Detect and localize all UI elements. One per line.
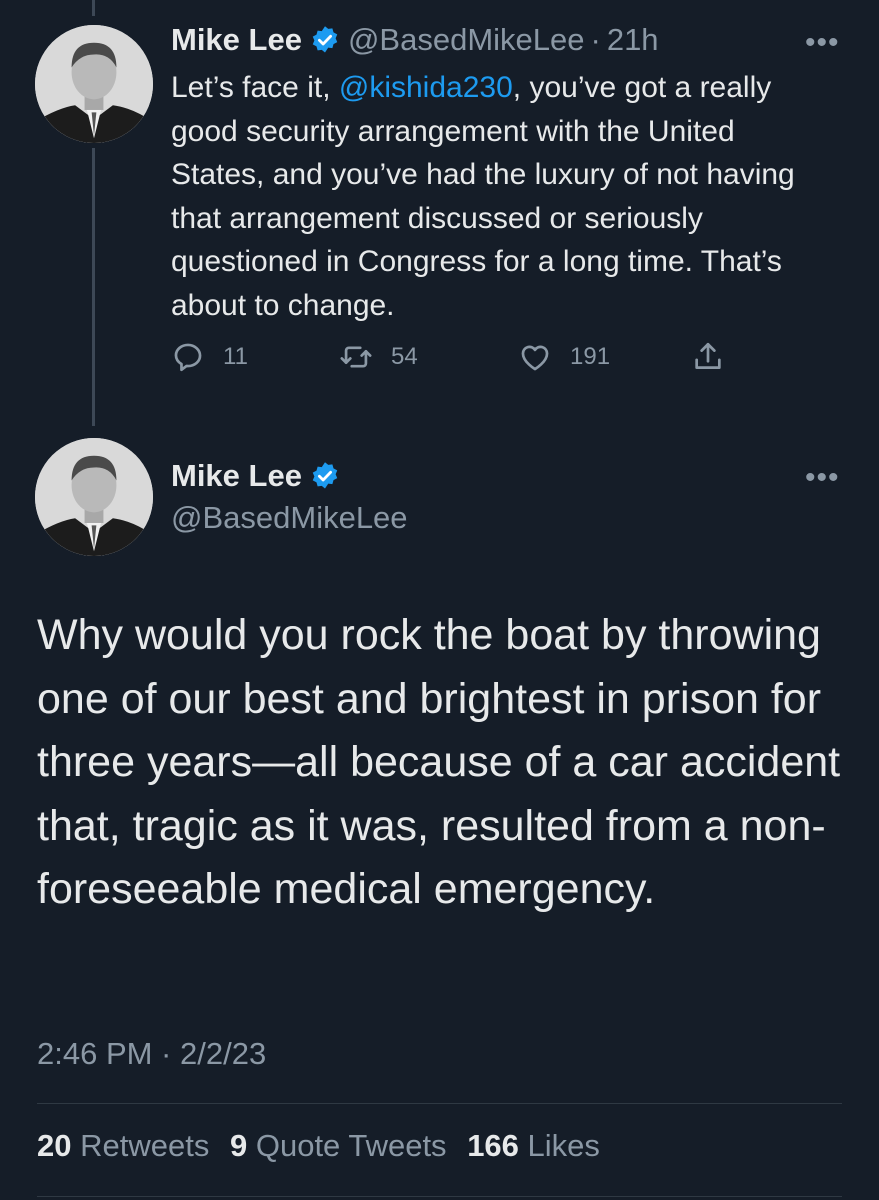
like-button[interactable]: 191: [518, 340, 610, 374]
tweet-text-start: Let’s face it,: [171, 71, 339, 104]
quotes-count: 9: [229, 1128, 248, 1163]
tweet-text-end: , you’ve got a really good security arra…: [171, 71, 795, 322]
divider: [37, 1103, 842, 1104]
author-handle[interactable]: @BasedMikeLee: [348, 22, 585, 58]
tweet-actions: 11 54 191: [171, 340, 731, 380]
main-tweet-text: Why would you rock the boat by throwing …: [37, 611, 841, 913]
retweets-count: 20: [37, 1128, 72, 1163]
share-icon: [695, 342, 721, 369]
retweets-stat[interactable]: 20 Retweets: [37, 1128, 209, 1163]
thread-line-top: [92, 0, 95, 16]
main-author-handle[interactable]: @BasedMikeLee: [171, 500, 408, 536]
main-avatar[interactable]: [35, 438, 153, 556]
quotes-stat[interactable]: 9 Quote Tweets: [230, 1128, 447, 1163]
like-icon: [521, 345, 549, 371]
likes-label: Likes: [527, 1128, 600, 1163]
author-name[interactable]: Mike Lee: [171, 22, 302, 58]
tweet-stats: 20 Retweets 9 Quote Tweets 166 Likes: [37, 1128, 600, 1164]
more-options-icon[interactable]: •••: [805, 28, 840, 58]
avatar[interactable]: [35, 25, 153, 143]
main-handle-row: @BasedMikeLee: [171, 500, 408, 536]
tweet-timestamp[interactable]: 2:46 PM · 2/2/23: [37, 1036, 266, 1072]
retweet-icon: [340, 346, 372, 368]
reply-count: 11: [223, 343, 248, 370]
thread-line: [92, 148, 95, 426]
likes-stat[interactable]: 166 Likes: [467, 1128, 600, 1163]
tweet-time[interactable]: 21h: [607, 22, 659, 58]
reply-tweet-text: Let’s face it, @kishida230, you’ve got a…: [171, 66, 831, 327]
main-author-name[interactable]: Mike Lee: [171, 458, 302, 494]
main-tweet-header: Mike Lee: [171, 458, 348, 494]
retweet-button[interactable]: 54: [339, 340, 418, 374]
mention-link[interactable]: @kishida230: [339, 71, 513, 104]
verified-badge-icon: [310, 25, 340, 55]
like-count: 191: [570, 343, 611, 370]
avatar-photo: [35, 25, 153, 143]
verified-badge-icon: [310, 461, 340, 491]
quotes-label: Quote Tweets: [255, 1128, 447, 1163]
retweet-count: 54: [391, 343, 418, 370]
more-options-icon[interactable]: •••: [805, 463, 840, 493]
reply-icon: [174, 343, 202, 372]
divider: [37, 1196, 842, 1197]
retweets-label: Retweets: [80, 1128, 210, 1163]
share-button[interactable]: [691, 340, 743, 374]
reply-tweet-header: Mike Lee @BasedMikeLee · 21h: [171, 22, 659, 58]
avatar-photo: [35, 438, 153, 556]
reply-button[interactable]: 11: [171, 340, 248, 374]
likes-count: 166: [467, 1128, 519, 1163]
separator: ·: [590, 22, 601, 57]
